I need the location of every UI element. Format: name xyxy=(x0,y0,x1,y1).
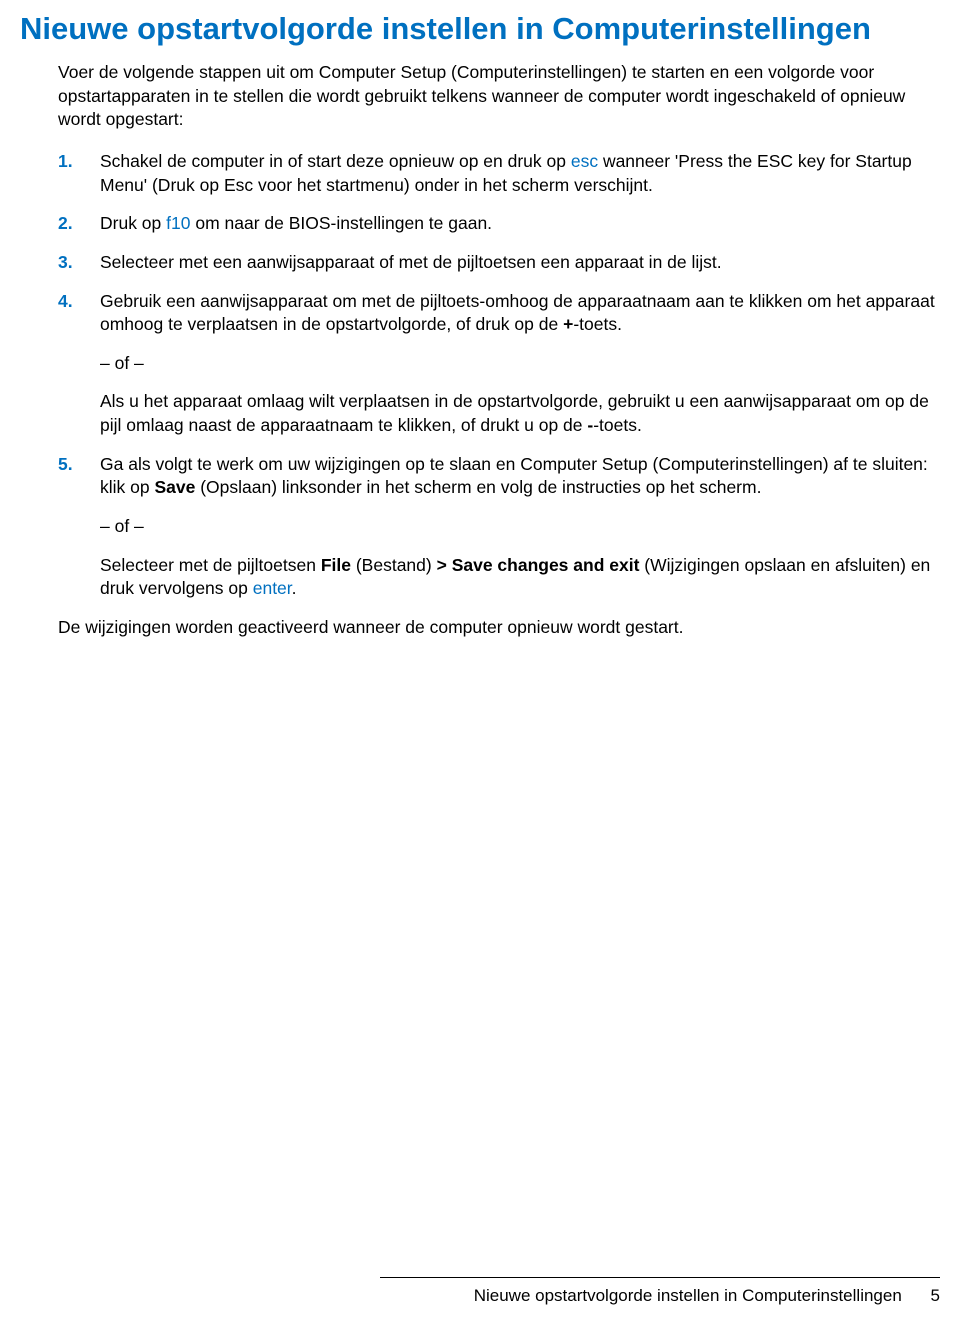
step-or: – of – xyxy=(100,515,940,539)
step-number: 5. xyxy=(58,453,73,477)
step-number: 3. xyxy=(58,251,73,275)
page-footer: Nieuwe opstartvolgorde instellen in Comp… xyxy=(474,1286,940,1306)
step-4: 4. Gebruik een aanwijsapparaat om met de… xyxy=(58,290,940,438)
ui-save: Save xyxy=(154,477,195,497)
ui-file: File xyxy=(321,555,351,575)
step-text: Selecteer met de pijltoetsen File (Besta… xyxy=(100,554,940,601)
step-text: Schakel de computer in of start deze opn… xyxy=(100,151,571,171)
steps-list: 1. Schakel de computer in of start deze … xyxy=(20,150,940,601)
step-text: -toets. xyxy=(573,314,622,334)
key-f10: f10 xyxy=(166,213,190,233)
closing-paragraph: De wijzigingen worden geactiveerd wannee… xyxy=(20,616,940,640)
step-2: 2. Druk op f10 om naar de BIOS-instellin… xyxy=(58,212,940,236)
intro-paragraph: Voer de volgende stappen uit om Computer… xyxy=(20,61,940,132)
step-text-span: Als u het apparaat omlaag wilt verplaats… xyxy=(100,391,929,435)
key-esc: esc xyxy=(571,151,598,171)
step-1: 1. Schakel de computer in of start deze … xyxy=(58,150,940,197)
ui-save-changes-exit: Save changes and exit xyxy=(452,555,640,575)
key-enter: enter xyxy=(253,578,292,598)
key-plus: + xyxy=(563,314,573,334)
document-page: Nieuwe opstartvolgorde instellen in Comp… xyxy=(0,0,960,1342)
step-text: Gebruik een aanwijsapparaat om met de pi… xyxy=(100,291,935,335)
step-text-span: Selecteer met de pijltoetsen xyxy=(100,555,321,575)
step-text: om naar de BIOS-instellingen te gaan. xyxy=(190,213,492,233)
step-3: 3. Selecteer met een aanwijsapparaat of … xyxy=(58,251,940,275)
footer-rule xyxy=(380,1277,940,1278)
step-text-span: . xyxy=(292,578,297,598)
step-number: 1. xyxy=(58,150,73,174)
page-title: Nieuwe opstartvolgorde instellen in Comp… xyxy=(20,10,940,47)
footer-page-number: 5 xyxy=(931,1286,940,1305)
step-text: (Opslaan) linksonder in het scherm en vo… xyxy=(195,477,761,497)
step-number: 4. xyxy=(58,290,73,314)
step-text-span: -toets. xyxy=(593,415,642,435)
step-or: – of – xyxy=(100,352,940,376)
step-text: Druk op xyxy=(100,213,166,233)
step-text-span: (Bestand) xyxy=(351,555,437,575)
ui-gt: > xyxy=(437,555,452,575)
step-text: Selecteer met een aanwijsapparaat of met… xyxy=(100,252,722,272)
step-text: Als u het apparaat omlaag wilt verplaats… xyxy=(100,390,940,437)
footer-title: Nieuwe opstartvolgorde instellen in Comp… xyxy=(474,1286,902,1305)
step-number: 2. xyxy=(58,212,73,236)
step-5: 5. Ga als volgt te werk om uw wijziginge… xyxy=(58,453,940,601)
